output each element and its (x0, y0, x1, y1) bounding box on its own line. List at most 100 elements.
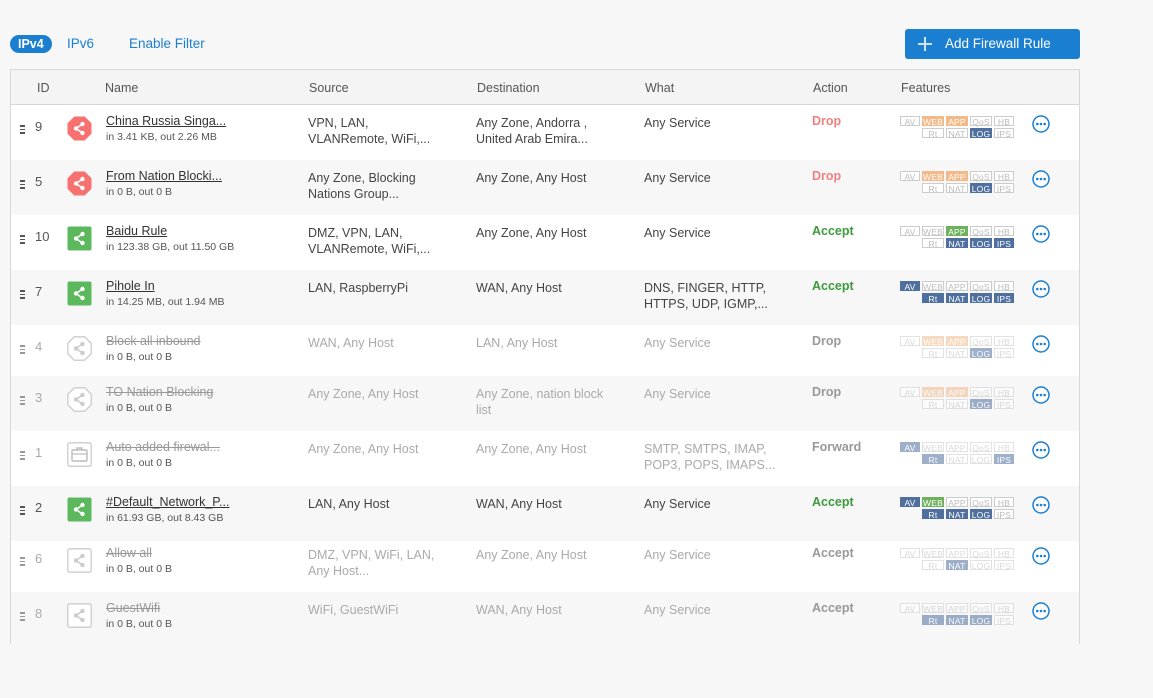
drop-icon (67, 171, 92, 196)
table-row[interactable]: 9 China Russia Singa... in 3.41 KB, out 2.… (11, 105, 1079, 160)
more-options-icon[interactable] (1032, 115, 1050, 133)
feature-badge-app: APP (946, 442, 968, 453)
rule-name-link[interactable]: GuestWifi (106, 601, 160, 615)
rule-destination-line: Any Zone, nation block (476, 387, 604, 401)
drag-handle-icon[interactable] (20, 290, 25, 299)
add-firewall-rule-button[interactable]: Add Firewall Rule (905, 29, 1080, 59)
rule-what: DNS, FINGER, HTTP, HTTPS, UDP, IGMP,... (644, 280, 794, 312)
rule-traffic-stats: in 61.93 GB, out 8.43 GB (106, 512, 224, 524)
rule-traffic-stats: in 0 B, out 0 B (106, 351, 172, 363)
drag-handle-icon[interactable] (20, 506, 25, 515)
drag-handle-icon[interactable] (20, 396, 25, 405)
table-row[interactable]: 6 Allow all in 0 B, out 0 B DMZ, VPN, WiFi,… (11, 537, 1079, 592)
header-id[interactable]: ID (37, 81, 50, 95)
more-options-icon[interactable] (1032, 602, 1050, 620)
rule-traffic-stats: in 14.25 MB, out 1.94 MB (106, 296, 225, 308)
table-row[interactable]: 4 Block all inbound in 0 B, out 0 B WAN, An… (11, 325, 1079, 380)
table-header: ID Name Source Destination What Action F… (11, 70, 1079, 105)
feature-badge-log: LOG (970, 183, 992, 194)
rule-destination: Any Zone, Andorra , United Arab Emira... (476, 115, 626, 147)
rule-action: Drop (812, 385, 842, 399)
rule-id: 5 (35, 174, 43, 189)
rule-what: Any Service (644, 496, 794, 512)
feature-badge-app: APP (946, 336, 968, 347)
feature-badge-av: AV (900, 548, 920, 559)
feature-badge-rt: Rt (922, 454, 944, 465)
feature-badge-ips: IPS (994, 399, 1014, 410)
rule-source: WiFi, GuestWiFi (308, 602, 458, 618)
table-row[interactable]: 5 From Nation Blocki... in 0 B, out 0 B Any… (11, 160, 1079, 215)
feature-badge-rt: Rt (922, 509, 944, 520)
more-options-icon[interactable] (1032, 386, 1050, 404)
rule-source-line: Nations Group... (308, 187, 400, 201)
more-options-icon[interactable] (1032, 280, 1050, 298)
table-row[interactable]: 8 GuestWifi in 0 B, out 0 B WiFi, GuestWiFi… (11, 592, 1079, 647)
rule-source-line: VLANRemote, WiFi,... (308, 132, 431, 146)
rule-traffic-stats: in 0 B, out 0 B (106, 563, 172, 575)
rule-what-line: Any Service (644, 226, 711, 240)
feature-badge-log: LOG (970, 509, 992, 520)
rule-features: AV WEB APP QoS HB Rt NAT LOG IPS (900, 226, 1016, 250)
rule-action: Accept (812, 601, 854, 615)
rule-name-link[interactable]: From Nation Blocki... (106, 169, 222, 183)
rule-name-link[interactable]: Allow all (106, 546, 152, 560)
rule-what-line: HTTPS, UDP, IGMP,... (644, 297, 768, 311)
table-row[interactable]: 7 Pihole In in 14.25 MB, out 1.94 MB LAN, R… (11, 270, 1079, 325)
drag-handle-icon[interactable] (20, 557, 25, 566)
feature-badge-nat: NAT (946, 128, 968, 139)
drag-handle-icon[interactable] (20, 345, 25, 354)
feature-badge-nat: NAT (946, 183, 968, 194)
more-options-icon[interactable] (1032, 441, 1050, 459)
rule-what-line: Any Service (644, 116, 711, 130)
feature-badge-hb: HB (994, 387, 1014, 398)
accept-icon (67, 226, 92, 251)
drag-handle-icon[interactable] (20, 125, 25, 134)
rule-destination: WAN, Any Host (476, 280, 626, 296)
rule-name-link[interactable]: Baidu Rule (106, 224, 167, 238)
drag-handle-icon[interactable] (20, 612, 25, 621)
table-row[interactable]: 1 Auto added firewal... in 0 B, out 0 B Any… (11, 431, 1079, 486)
drag-handle-icon[interactable] (20, 180, 25, 189)
header-what[interactable]: What (645, 81, 674, 95)
rule-name-link[interactable]: TO Nation Blocking (106, 385, 213, 399)
rule-source-line: WiFi, GuestWiFi (308, 603, 399, 617)
feature-badge-qos: QoS (970, 116, 992, 127)
rule-action: Accept (812, 546, 854, 560)
header-source[interactable]: Source (309, 81, 349, 95)
rule-source: LAN, RaspberryPi (308, 280, 458, 296)
feature-badge-qos: QoS (970, 226, 992, 237)
more-options-icon[interactable] (1032, 496, 1050, 514)
rule-source: DMZ, VPN, LAN, VLANRemote, WiFi,... (308, 225, 458, 257)
drag-handle-icon[interactable] (20, 451, 25, 460)
header-name[interactable]: Name (105, 81, 138, 95)
enable-filter-link[interactable]: Enable Filter (129, 35, 205, 53)
rule-name-link[interactable]: Auto added firewal... (106, 440, 220, 454)
feature-badge-hb: HB (994, 442, 1014, 453)
rule-name-link[interactable]: Pihole In (106, 279, 155, 293)
feature-badge-hb: HB (994, 281, 1014, 292)
more-options-icon[interactable] (1032, 170, 1050, 188)
rule-features: AV WEB APP QoS HB Rt NAT LOG IPS (900, 603, 1016, 627)
feature-badge-av: AV (900, 281, 920, 292)
rule-what-line: Any Service (644, 548, 711, 562)
header-destination[interactable]: Destination (477, 81, 540, 95)
tab-ipv6[interactable]: IPv6 (67, 35, 94, 53)
rule-what-line: DNS, FINGER, HTTP, (644, 281, 767, 295)
feature-badge-web: WEB (922, 336, 944, 347)
rule-name-link[interactable]: China Russia Singa... (106, 114, 226, 128)
table-row[interactable]: 3 TO Nation Blocking in 0 B, out 0 B Any Zo… (11, 376, 1079, 431)
feature-badge-qos: QoS (970, 281, 992, 292)
header-action[interactable]: Action (813, 81, 848, 95)
rule-name-link[interactable]: #Default_Network_P... (106, 495, 229, 509)
table-row[interactable]: 2 #Default_Network_P... in 61.93 GB, out 8… (11, 486, 1079, 541)
rule-name-link[interactable]: Block all inbound (106, 334, 201, 348)
more-options-icon[interactable] (1032, 225, 1050, 243)
drag-handle-icon[interactable] (20, 235, 25, 244)
feature-badge-rt: Rt (922, 183, 944, 194)
feature-badge-nat: NAT (946, 454, 968, 465)
more-options-icon[interactable] (1032, 335, 1050, 353)
rule-source: Any Zone, Any Host (308, 386, 458, 402)
table-row[interactable]: 10 Baidu Rule in 123.38 GB, out 11.50 GB DM… (11, 215, 1079, 270)
more-options-icon[interactable] (1032, 547, 1050, 565)
tab-ipv4[interactable]: IPv4 (10, 35, 52, 53)
